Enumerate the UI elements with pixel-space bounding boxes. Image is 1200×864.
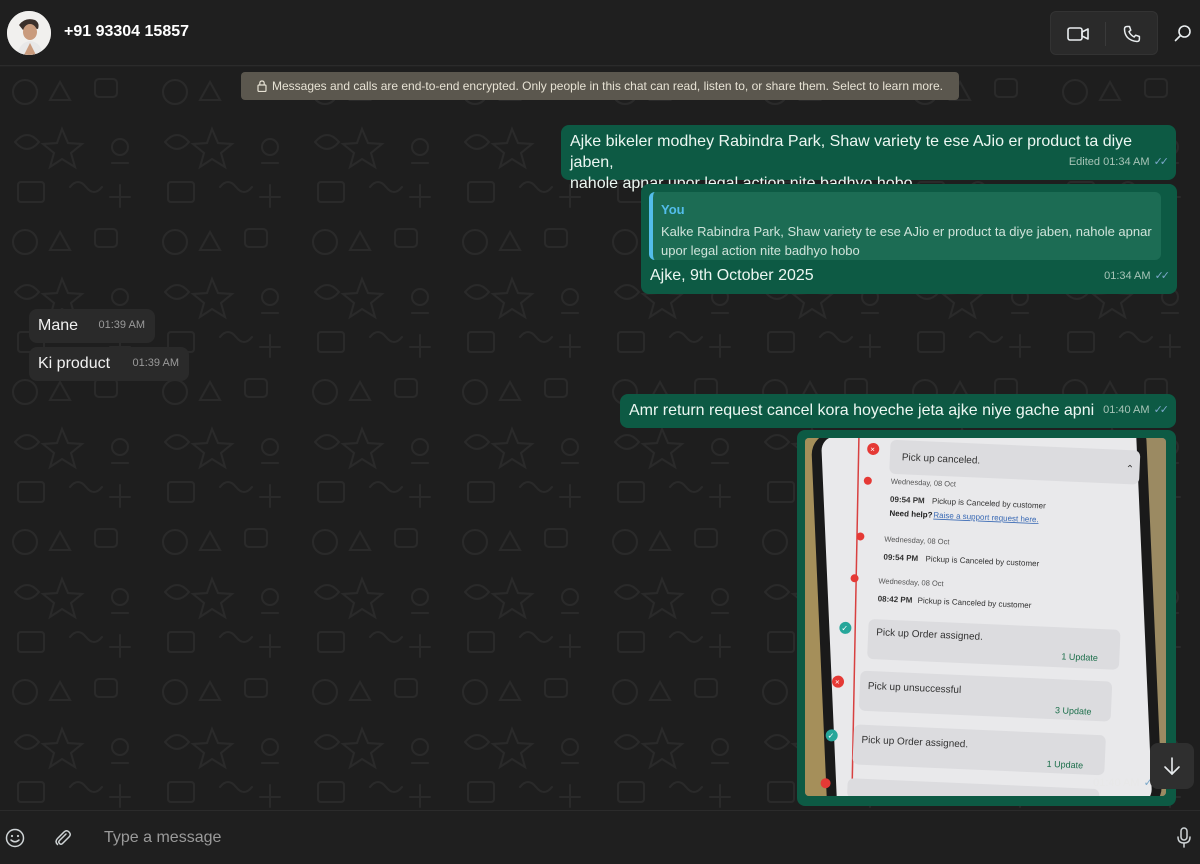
message-text: Mane bbox=[38, 317, 79, 334]
message-time: Edited 01:34 AM bbox=[1068, 156, 1150, 168]
quoted-message[interactable]: You Kalke Rabindra Park, Shaw variety te… bbox=[649, 192, 1161, 260]
photo-entry-updates: 1 Update bbox=[1061, 651, 1098, 663]
svg-text:⌃: ⌃ bbox=[1125, 464, 1134, 475]
message-list[interactable]: Messages and calls are end-to-end encryp… bbox=[0, 67, 1200, 810]
video-call-button[interactable] bbox=[1051, 12, 1105, 56]
read-receipt-icon: ✓✓ bbox=[1154, 270, 1171, 282]
photo-entry-updates: 3 Update bbox=[1055, 705, 1092, 717]
message-bubble[interactable]: Ki product 01:39 AM bbox=[29, 347, 189, 381]
message-meta: 01:40 AM ✓✓ bbox=[1093, 773, 1159, 794]
search-button[interactable] bbox=[1170, 20, 1196, 46]
svg-text:×: × bbox=[835, 678, 840, 687]
emoji-icon bbox=[5, 828, 25, 848]
message-time: 01:34 AM bbox=[1104, 270, 1151, 282]
voice-call-icon bbox=[1123, 25, 1141, 43]
message-meta: 01:34 AM ✓✓ bbox=[1104, 266, 1171, 287]
message-bubble[interactable]: Ajke bikeler modhey Rabindra Park, Shaw … bbox=[561, 125, 1176, 192]
photo-help-label: Need help? bbox=[889, 509, 933, 520]
message-photo[interactable]: Pick up canceled. ⌃ × Wednesday, 08 Oct … bbox=[805, 438, 1166, 796]
message-meta: 01:39 AM bbox=[133, 353, 179, 374]
message-meta: 01:40 AM ✓✓ bbox=[1103, 400, 1170, 421]
read-receipt-icon: ✓✓ bbox=[1153, 404, 1170, 416]
contact-name[interactable]: +91 93304 15857 bbox=[64, 23, 189, 41]
read-receipt-icon: ✓✓ bbox=[1153, 156, 1170, 168]
encryption-notice[interactable]: Messages and calls are end-to-end encryp… bbox=[241, 72, 959, 100]
video-call-icon bbox=[1067, 27, 1089, 41]
message-time: 01:40 AM bbox=[1093, 777, 1140, 789]
photo-entry-updates: 1 Update bbox=[1046, 759, 1083, 771]
scroll-to-bottom-button[interactable] bbox=[1150, 743, 1194, 789]
chat-header: +91 93304 15857 bbox=[0, 0, 1200, 66]
call-buttons bbox=[1050, 11, 1158, 55]
attach-button[interactable] bbox=[51, 826, 75, 850]
photo-detail-time: 09:54 PM bbox=[890, 495, 925, 506]
attach-icon bbox=[55, 830, 71, 846]
quoted-author: You bbox=[661, 202, 685, 217]
message-bubble[interactable]: Mane 01:39 AM bbox=[29, 309, 155, 343]
message-time: 01:39 AM bbox=[132, 357, 179, 369]
message-bubble[interactable]: Amr return request cancel kora hoyeche j… bbox=[620, 394, 1176, 428]
image-message[interactable]: Pick up canceled. ⌃ × Wednesday, 08 Oct … bbox=[797, 430, 1176, 806]
emoji-button[interactable] bbox=[3, 826, 27, 850]
message-time: 01:39 AM bbox=[98, 319, 145, 331]
lock-icon bbox=[257, 80, 267, 92]
arrow-down-icon bbox=[1164, 757, 1180, 775]
message-meta: 01:39 AM bbox=[99, 315, 145, 336]
avatar[interactable] bbox=[7, 11, 51, 55]
message-input[interactable] bbox=[94, 820, 1154, 856]
svg-text:×: × bbox=[870, 445, 875, 454]
message-text: Amr return request cancel kora hoyeche j… bbox=[629, 402, 1095, 419]
message-text: Ajke, 9th October 2025 bbox=[650, 267, 814, 284]
microphone-icon bbox=[1177, 827, 1191, 848]
message-bubble[interactable]: You Kalke Rabindra Park, Shaw variety te… bbox=[641, 184, 1177, 294]
photo-detail-time: 09:54 PM bbox=[883, 553, 918, 564]
search-icon bbox=[1174, 25, 1191, 42]
photo-detail-time: 08:42 PM bbox=[877, 594, 912, 605]
svg-text:✓: ✓ bbox=[841, 624, 848, 633]
svg-text:✓: ✓ bbox=[827, 731, 834, 740]
message-composer bbox=[0, 810, 1200, 864]
quoted-text: Kalke Rabindra Park, Shaw variety te ese… bbox=[661, 224, 1152, 239]
message-meta: Edited 01:34 AM ✓✓ bbox=[1068, 152, 1170, 173]
message-time: 01:40 AM bbox=[1103, 404, 1150, 416]
voice-message-button[interactable] bbox=[1172, 826, 1196, 850]
quoted-text: upor legal action nite badhyo hobo bbox=[661, 243, 860, 258]
voice-call-button[interactable] bbox=[1105, 12, 1159, 56]
encryption-notice-text: Messages and calls are end-to-end encryp… bbox=[271, 79, 944, 93]
message-text: Ki product bbox=[38, 355, 111, 372]
